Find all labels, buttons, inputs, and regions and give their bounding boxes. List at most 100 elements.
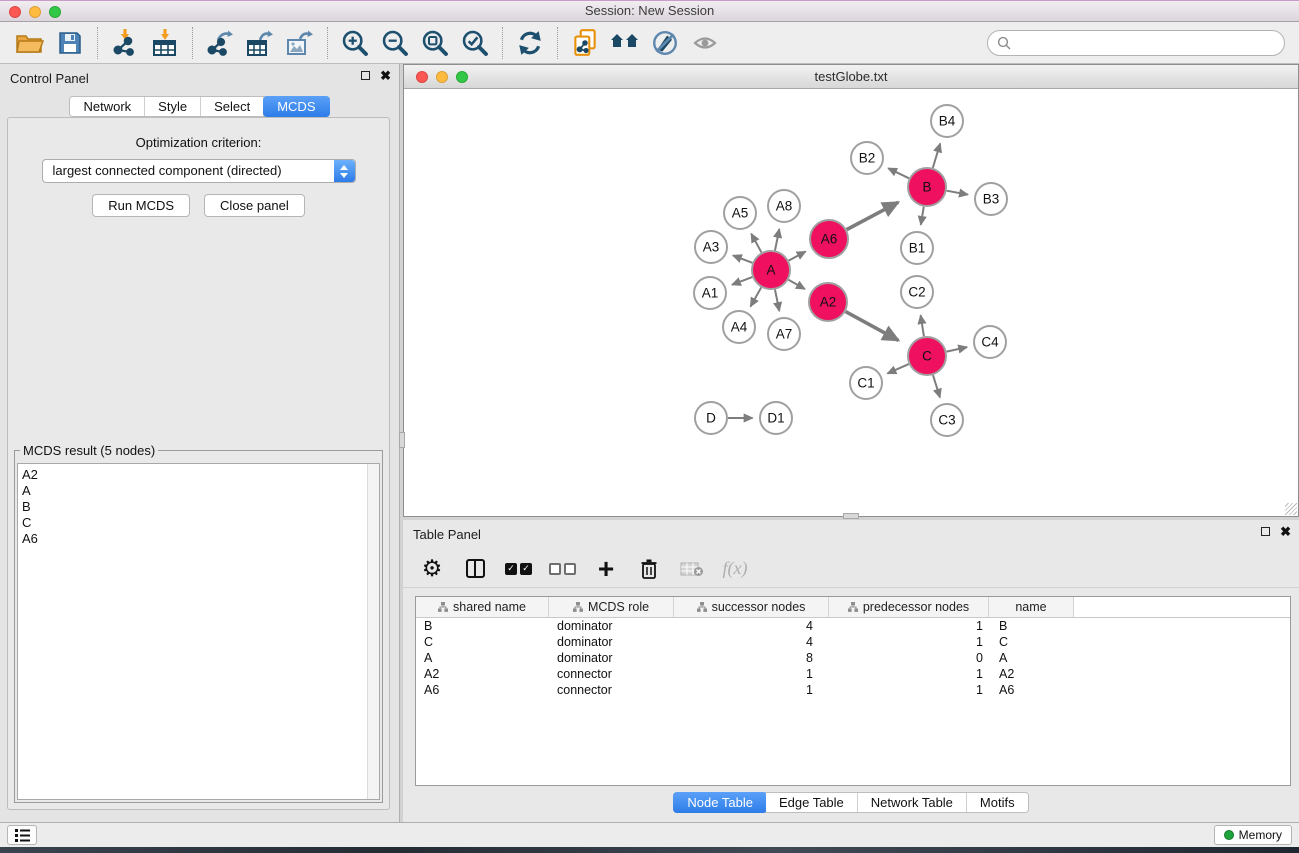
table-cell[interactable]: 1: [674, 666, 829, 682]
function-builder-button[interactable]: f(x): [722, 555, 748, 583]
graph-node-A7[interactable]: A7: [768, 318, 800, 350]
table-cell[interactable]: A2: [416, 666, 549, 682]
table-cell[interactable]: B: [989, 618, 1074, 634]
column-header-predecessor-nodes[interactable]: predecessor nodes: [829, 597, 989, 617]
table-cell[interactable]: 4: [674, 618, 829, 634]
import-network-button[interactable]: [105, 25, 145, 61]
edge-A-A4[interactable]: [751, 287, 762, 306]
select-all-columns-button[interactable]: ✓ ✓: [505, 555, 532, 583]
table-cell[interactable]: C: [989, 634, 1074, 650]
tab-node-table[interactable]: Node Table: [673, 792, 767, 813]
table-row[interactable]: Adominator80A: [416, 650, 1290, 666]
table-row[interactable]: A6connector11A6: [416, 682, 1290, 698]
zoom-view-icon[interactable]: [456, 71, 468, 83]
edge-B-B2[interactable]: [888, 168, 909, 178]
graph-node-B3[interactable]: B3: [975, 183, 1007, 215]
splitter-handle[interactable]: [843, 513, 859, 519]
import-table-button[interactable]: [145, 25, 185, 61]
export-image-button[interactable]: [280, 25, 320, 61]
show-column-button[interactable]: [462, 555, 488, 583]
table-cell[interactable]: C: [416, 634, 549, 650]
clone-network-button[interactable]: [565, 25, 605, 61]
result-item-a2[interactable]: A2: [22, 467, 379, 483]
task-history-button[interactable]: [7, 825, 37, 845]
result-item-c[interactable]: C: [22, 515, 379, 531]
graph-node-D1[interactable]: D1: [760, 402, 792, 434]
table-cell[interactable]: 0: [829, 650, 989, 666]
close-panel-icon[interactable]: ✖: [1280, 526, 1291, 537]
graph-node-A5[interactable]: A5: [724, 197, 756, 229]
edge-C-C1[interactable]: [888, 364, 909, 373]
graph-node-A4[interactable]: A4: [723, 311, 755, 343]
table-cell[interactable]: A6: [416, 682, 549, 698]
graph-node-C4[interactable]: C4: [974, 326, 1006, 358]
table-row[interactable]: A2connector11A2: [416, 666, 1290, 682]
table-cell[interactable]: A2: [989, 666, 1074, 682]
resize-grip[interactable]: [1285, 503, 1297, 515]
table-cell[interactable]: connector: [549, 682, 674, 698]
tab-mcds[interactable]: MCDS: [263, 96, 329, 117]
tab-network-table[interactable]: Network Table: [858, 793, 967, 812]
table-cell[interactable]: 4: [674, 634, 829, 650]
table-cell[interactable]: B: [416, 618, 549, 634]
hide-annotations-button[interactable]: [645, 25, 685, 61]
edge-C-C3[interactable]: [933, 375, 940, 397]
open-session-button[interactable]: [10, 25, 50, 61]
delete-columns-button[interactable]: [636, 555, 662, 583]
edge-A-A8[interactable]: [775, 229, 779, 250]
table-cell[interactable]: dominator: [549, 618, 674, 634]
zoom-fit-button[interactable]: [415, 25, 455, 61]
table-cell[interactable]: 1: [674, 682, 829, 698]
table-cell[interactable]: dominator: [549, 650, 674, 666]
tab-style[interactable]: Style: [145, 97, 201, 116]
column-header-MCDS-role[interactable]: MCDS role: [549, 597, 674, 617]
graph-node-B[interactable]: B: [908, 168, 946, 206]
graph-node-A8[interactable]: A8: [768, 190, 800, 222]
edge-A-A2[interactable]: [788, 280, 804, 289]
edge-B-B3[interactable]: [947, 191, 968, 195]
result-item-b[interactable]: B: [22, 499, 379, 515]
save-session-button[interactable]: [50, 25, 90, 61]
result-item-a[interactable]: A: [22, 483, 379, 499]
table-cell[interactable]: 8: [674, 650, 829, 666]
zoom-in-button[interactable]: [335, 25, 375, 61]
close-panel-button[interactable]: Close panel: [204, 194, 305, 217]
result-list-scrollbar[interactable]: [367, 464, 379, 799]
edge-C-C4[interactable]: [947, 347, 967, 352]
close-window-icon[interactable]: [9, 6, 21, 18]
column-header-name[interactable]: name: [989, 597, 1074, 617]
splitter-handle[interactable]: [399, 432, 405, 448]
tab-edge-table[interactable]: Edge Table: [766, 793, 858, 812]
column-header-successor-nodes[interactable]: successor nodes: [674, 597, 829, 617]
graph-node-C3[interactable]: C3: [931, 404, 963, 436]
home-button[interactable]: [605, 25, 645, 61]
tab-select[interactable]: Select: [201, 97, 264, 116]
float-panel-icon[interactable]: [361, 71, 370, 80]
graph-node-C[interactable]: C: [908, 337, 946, 375]
zoom-out-button[interactable]: [375, 25, 415, 61]
export-table-button[interactable]: [240, 25, 280, 61]
graph-node-B1[interactable]: B1: [901, 232, 933, 264]
run-mcds-button[interactable]: Run MCDS: [92, 194, 190, 217]
table-cell[interactable]: 1: [829, 666, 989, 682]
edge-A-A1[interactable]: [732, 277, 752, 285]
export-network-button[interactable]: [200, 25, 240, 61]
edge-A-A6[interactable]: [789, 252, 806, 261]
zoom-selected-button[interactable]: [455, 25, 495, 61]
delete-table-button[interactable]: [679, 555, 705, 583]
table-cell[interactable]: 1: [829, 682, 989, 698]
tab-network[interactable]: Network: [70, 97, 145, 116]
minimize-view-icon[interactable]: [436, 71, 448, 83]
graph-node-D[interactable]: D: [695, 402, 727, 434]
result-item-a6[interactable]: A6: [22, 531, 379, 547]
edge-A2-C[interactable]: [846, 312, 899, 341]
table-cell[interactable]: A: [989, 650, 1074, 666]
minimize-window-icon[interactable]: [29, 6, 41, 18]
column-header-shared-name[interactable]: shared name: [416, 597, 549, 617]
graph-node-A3[interactable]: A3: [695, 231, 727, 263]
table-cell[interactable]: connector: [549, 666, 674, 682]
unselect-all-columns-button[interactable]: [549, 555, 576, 583]
graph-node-A1[interactable]: A1: [694, 277, 726, 309]
zoom-window-icon[interactable]: [49, 6, 61, 18]
table-cell[interactable]: 1: [829, 618, 989, 634]
